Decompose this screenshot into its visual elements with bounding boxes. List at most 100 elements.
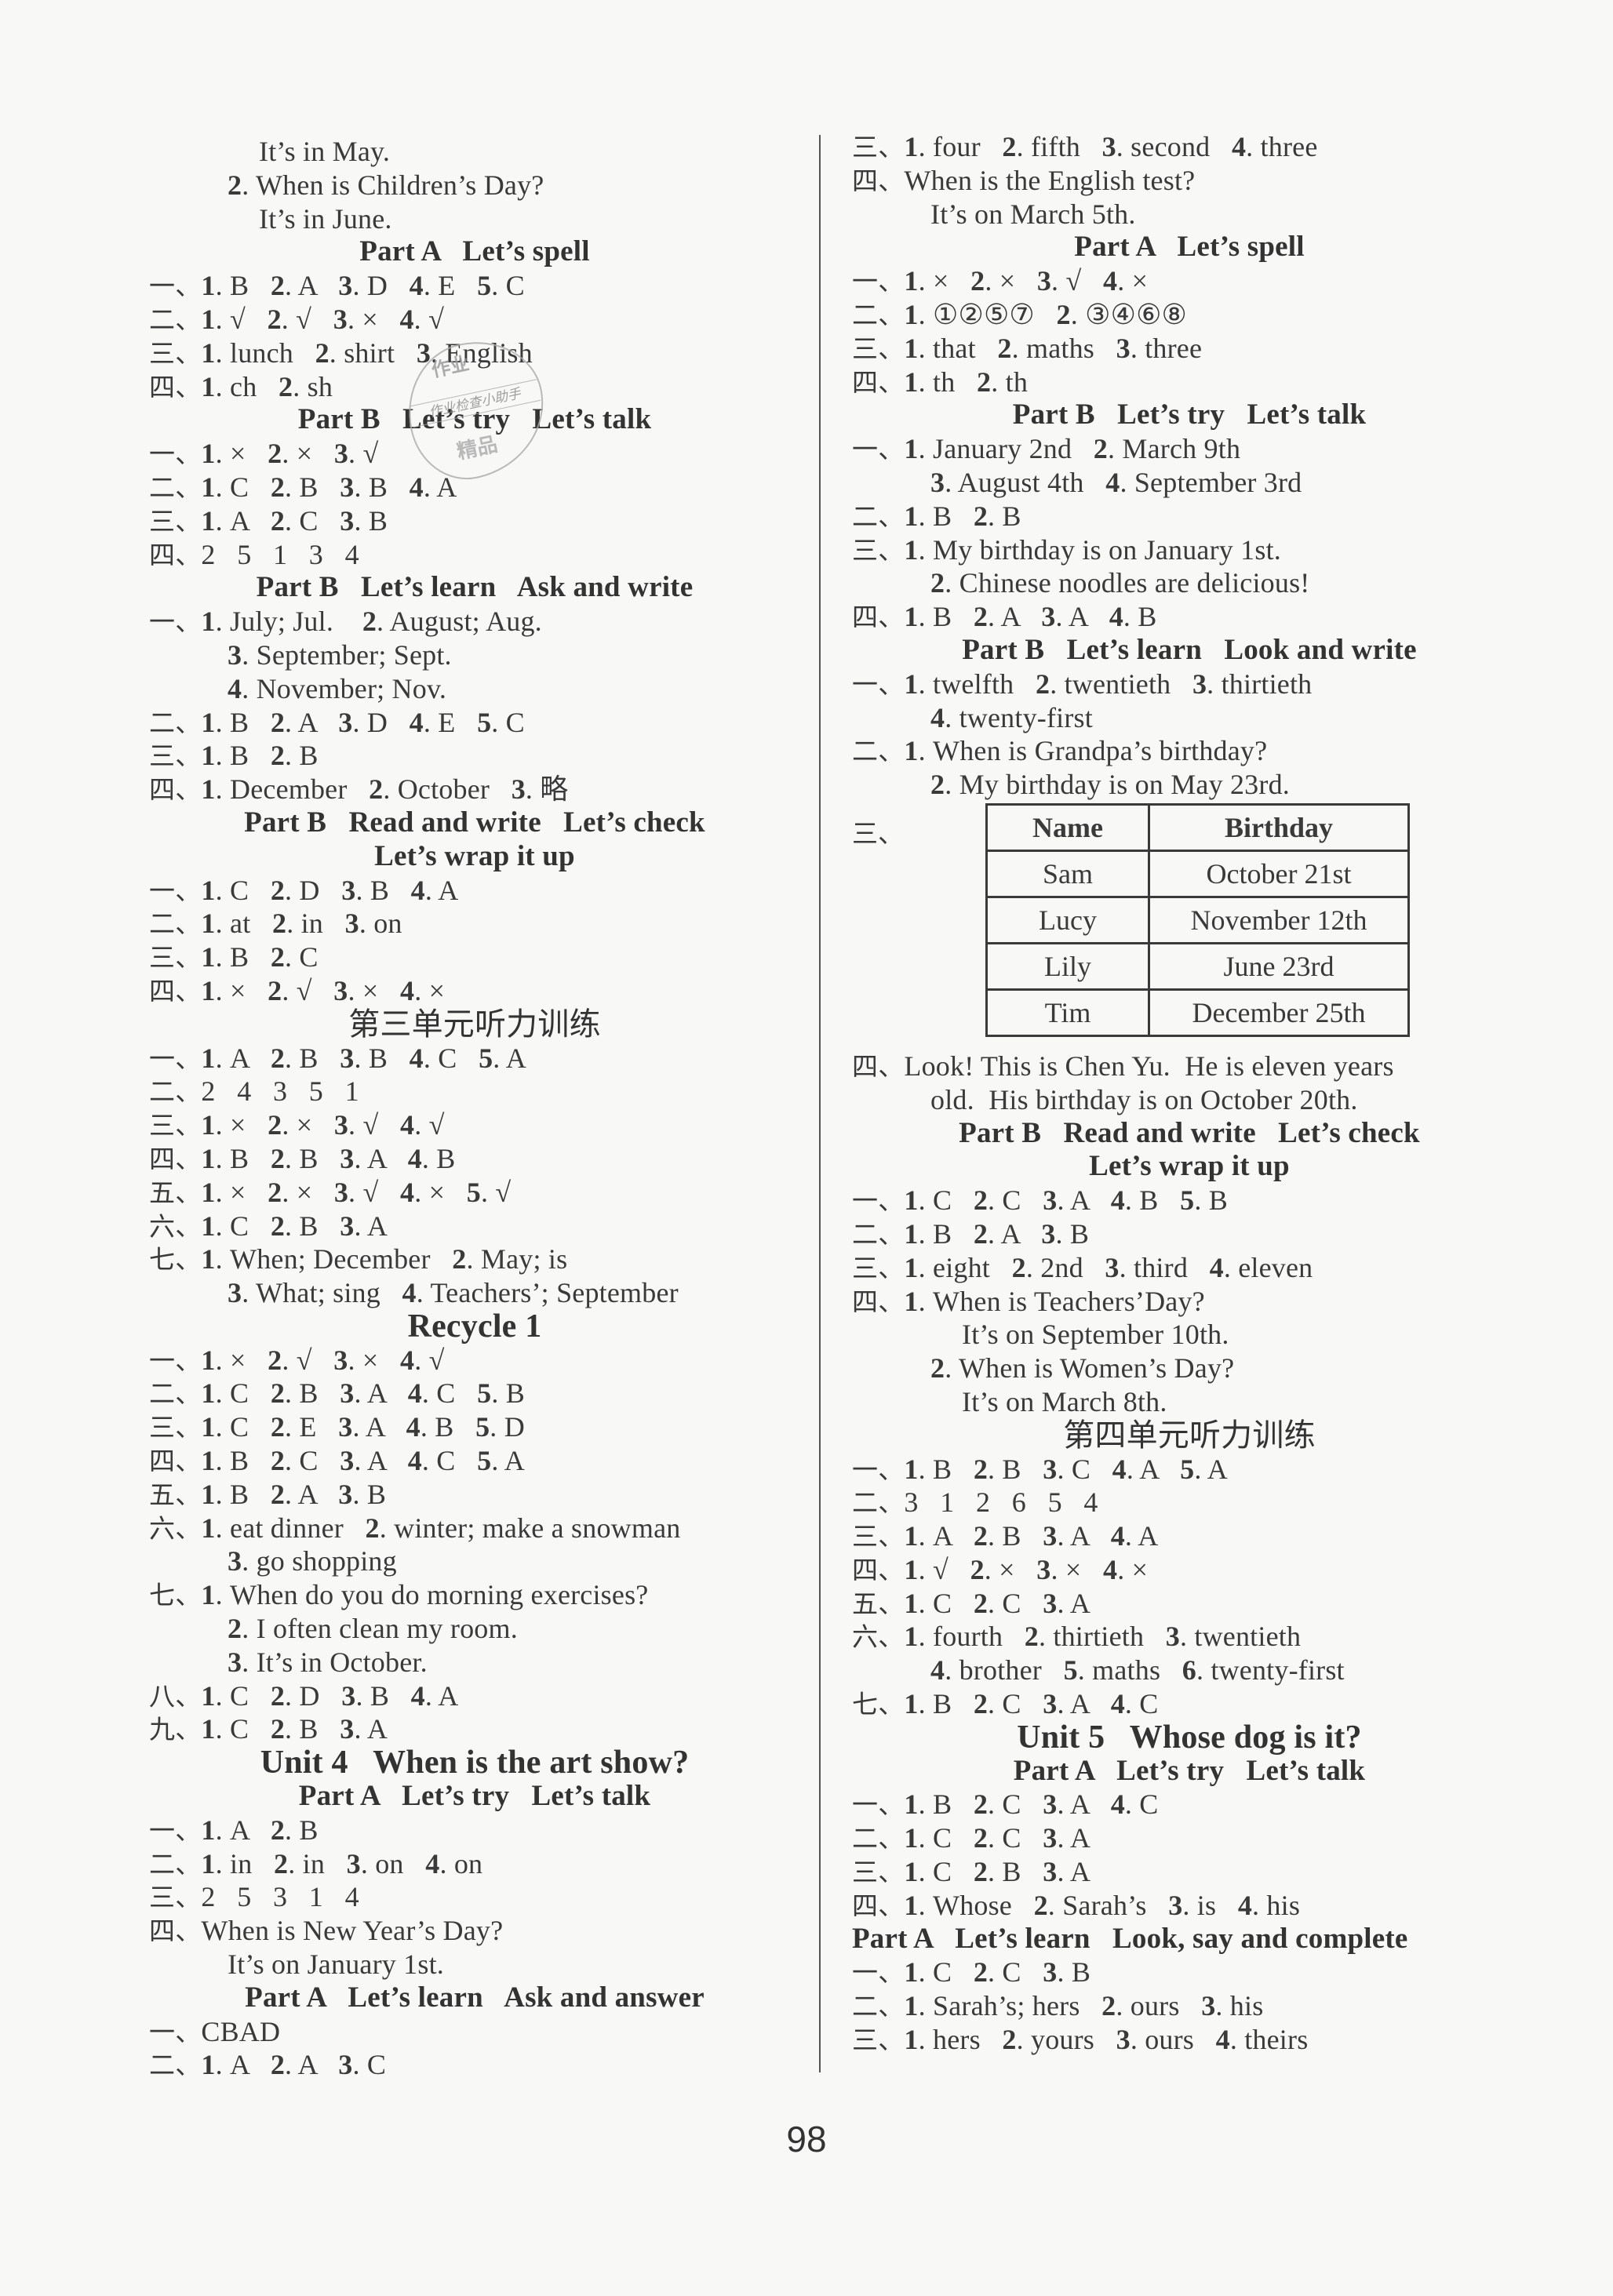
listening-section-title: 第三单元听力训练 <box>348 1006 601 1042</box>
answer-text: 1. B 2. C 3. A 4. C <box>904 1688 1159 1720</box>
answer-line: It’s on September 10th. <box>852 1318 1527 1352</box>
answer-line: 3. September; Sept. <box>149 639 800 672</box>
item-number: 1 <box>201 1679 216 1712</box>
item-number: 4 <box>407 1377 422 1410</box>
item-number: 2 <box>272 908 287 940</box>
answer-line: 一、1. January 2nd 2. March 9th <box>852 432 1527 466</box>
question-number-label: 一、 <box>852 434 905 465</box>
item-number: 2 <box>365 1512 380 1544</box>
answer-line: It’s on March 8th. <box>852 1385 1527 1419</box>
answer-line: 4. November; Nov. <box>149 672 800 706</box>
item-number: 1 <box>201 773 216 806</box>
item-number: 3 <box>1043 1788 1058 1821</box>
table-row: Lucy November 12th <box>985 895 1410 944</box>
answer-text: 1. B 2. B 3. A 4. B <box>201 1142 456 1174</box>
question-number-label: 二、 <box>149 707 202 738</box>
item-number: 4 <box>1105 466 1120 498</box>
answer-line: 五、1. × 2. × 3. √ 4. × 5. √ <box>149 1176 800 1210</box>
question-number-label: 四、 <box>852 1890 905 1921</box>
item-number: 1 <box>201 2049 216 2081</box>
item-number: 2 <box>973 1788 989 1821</box>
item-number: 3 <box>1041 1217 1056 1250</box>
answer-line: 一、1. B 2. C 3. A 4. C <box>852 1788 1527 1821</box>
item-number: 2 <box>973 1520 989 1552</box>
answer-line: 4. twenty-first <box>852 701 1527 735</box>
item-number: 2 <box>1002 131 1017 162</box>
answer-line: 四、1. Whose 2. Sarah’s 3. is 4. his <box>852 1889 1527 1923</box>
answer-text: 1. C 2. B 3. A <box>904 1856 1091 1888</box>
item-number: 6 <box>1182 1654 1196 1687</box>
item-number: 3 <box>341 1679 356 1712</box>
item-number: 1 <box>201 1142 216 1174</box>
question-number-label: 一、 <box>149 271 202 302</box>
item-number: 1 <box>904 433 919 465</box>
item-number: 2 <box>274 1847 289 1879</box>
item-number: 2 <box>268 1109 282 1141</box>
item-number: 5 <box>475 1411 490 1443</box>
answer-text: 3. go shopping <box>228 1545 397 1577</box>
item-number: 2 <box>270 270 286 302</box>
item-number: 3 <box>511 773 526 806</box>
item-number: 3 <box>416 337 431 369</box>
item-number: 3 <box>1041 601 1056 633</box>
answer-text: 1. lunch 2. shirt 3. English <box>201 337 533 369</box>
answer-text: It’s on September 10th. <box>962 1319 1229 1351</box>
answer-text: 1. × 2. √ 3. × 4. × <box>201 974 446 1006</box>
item-number: 1 <box>904 601 919 633</box>
item-number: 3 <box>346 1847 361 1879</box>
item-number: 3 <box>340 1042 355 1074</box>
answer-text: 1. th 2. th <box>904 366 1029 398</box>
item-number: 2 <box>270 740 286 772</box>
answer-text: 1. twelfth 2. twentieth 3. thirtieth <box>904 668 1313 700</box>
item-number: 2 <box>267 303 282 335</box>
table-header-cell: Name <box>985 802 1150 852</box>
answer-text: 1. B 2. C <box>201 941 319 973</box>
question-number-label: 二、 <box>852 299 905 330</box>
item-number: 3 <box>228 1277 242 1309</box>
item-number: 4 <box>1103 265 1118 297</box>
column-divider <box>819 135 821 2072</box>
question-number-label: 七、 <box>149 1580 202 1611</box>
item-number: 2 <box>973 1184 989 1217</box>
question-number-label: 四、 <box>149 975 202 1006</box>
question-number-label: 二、 <box>149 1378 202 1410</box>
answer-text: 1. C 2. D 3. B 4. A <box>201 1679 459 1712</box>
answer-line: 3. It’s in October. <box>149 1646 800 1679</box>
answer-line: 七、1. When do you do morning exercises? <box>149 1578 800 1612</box>
item-number: 1 <box>201 1579 216 1611</box>
birthday-cell: June 23rd <box>1148 941 1410 991</box>
answer-text: 2 5 3 1 4 <box>201 1881 359 1913</box>
question-number-label: 八、 <box>149 1680 202 1712</box>
answer-text: 1. ①②⑤⑦ 2. ③④⑥⑧ <box>904 298 1188 330</box>
answer-line: 2. Chinese noodles are delicious! <box>852 566 1527 600</box>
item-number: 3 <box>333 1176 349 1208</box>
question-number-label: 三、 <box>852 1521 905 1552</box>
item-number: 2 <box>268 974 282 1006</box>
item-number: 3 <box>228 1545 242 1577</box>
answer-line: 四、1. × 2. √ 3. × 4. × <box>149 974 800 1008</box>
item-number: 1 <box>904 1621 919 1653</box>
question-number-label: 二、 <box>149 908 202 940</box>
item-number: 2 <box>270 1210 286 1242</box>
question-number-label: 三、 <box>149 1882 202 1913</box>
answer-text: 1. January 2nd 2. March 9th <box>904 433 1241 465</box>
item-number: 1 <box>201 1243 216 1275</box>
item-number: 2 <box>973 1956 989 1989</box>
section-heading: Let’s wrap it up <box>1089 1150 1290 1183</box>
item-number: 2 <box>997 332 1012 364</box>
item-number: 1 <box>904 1453 919 1485</box>
item-number: 5 <box>477 706 492 738</box>
item-number: 1 <box>904 265 919 297</box>
answer-line: 三、1. that 2. maths 3. three <box>852 332 1527 366</box>
item-number: 3 <box>340 1377 355 1410</box>
section-heading: Part A Let’s try Let’s talk <box>298 1780 651 1813</box>
item-number: 3 <box>930 466 945 498</box>
answer-line: 二、1. Sarah’s; hers 2. ours 3. his <box>852 1989 1527 2023</box>
question-number-label: 一、 <box>149 2016 202 2047</box>
answer-text: When is Children’s Day? <box>255 169 544 201</box>
answer-text: 1. four 2. fifth 3. second 4. three <box>904 131 1318 162</box>
answer-text: 2. My birthday is on May 23rd. <box>930 769 1290 801</box>
question-number-label: 四、 <box>852 366 905 398</box>
answer-line: 三、1. C 2. B 3. A <box>852 1855 1527 1889</box>
answer-line: 四、1. √ 2. × 3. × 4. × <box>852 1553 1527 1587</box>
